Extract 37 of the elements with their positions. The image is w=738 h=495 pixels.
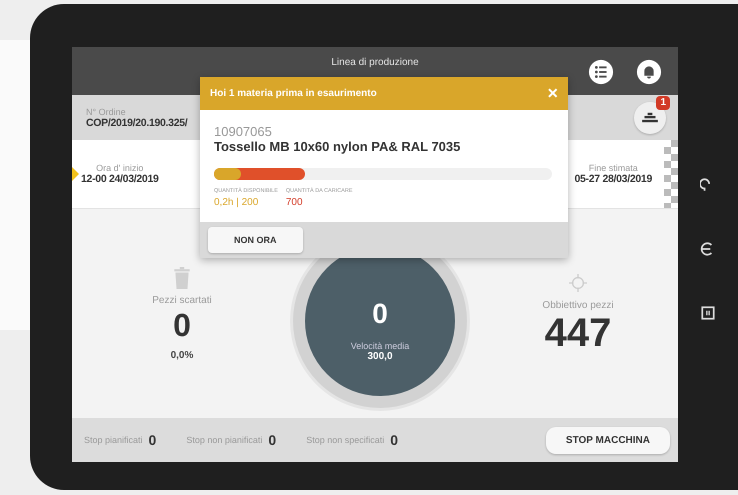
order-number: COP/2019/20.190.325/ xyxy=(86,116,188,128)
scrap-count: 0 xyxy=(173,306,191,344)
start-label: Ora d' inizio xyxy=(96,163,144,173)
dialog-title: Hoi 1 materia prima in esaurimento xyxy=(210,88,377,99)
trash-icon xyxy=(173,266,191,288)
square-icon[interactable] xyxy=(700,305,716,321)
stop-machine-button[interactable]: STOP MACCHINA xyxy=(546,426,670,454)
average-speed: 300,0 xyxy=(367,351,393,362)
order-label: N° Ordine xyxy=(86,106,127,116)
stop-count: 0 xyxy=(148,432,156,448)
stacked-bars-icon xyxy=(642,112,658,123)
scrap-percent: 0,0% xyxy=(170,350,194,360)
not-now-button[interactable]: NON ORA xyxy=(208,227,302,253)
material-name: Tossello MB 10x60 nylon PA& RAL 7035 xyxy=(214,139,462,154)
notification-badge: 1 xyxy=(656,96,670,110)
line-title: Linea di produzione xyxy=(331,57,419,68)
end-label: Fine stimata xyxy=(588,163,638,173)
bell-icon[interactable] xyxy=(636,59,662,85)
stop-count: 0 xyxy=(268,432,276,448)
start-time: 12-00 24/03/2019 xyxy=(81,173,159,185)
stop-label: Stop pianificati xyxy=(84,435,143,445)
speed-label: Velocità media xyxy=(350,341,410,351)
to-load-value: 700 xyxy=(286,197,304,208)
stop-label: Stop non specificati xyxy=(306,435,384,445)
start-marker-icon xyxy=(72,167,79,181)
list-icon[interactable] xyxy=(588,59,614,85)
target-label: Obbiettivo pezzi xyxy=(542,300,614,311)
crosshair-icon xyxy=(569,272,587,294)
checkered-flag-icon xyxy=(664,140,678,208)
stop-count: 0 xyxy=(390,432,398,448)
speed-value: 0 xyxy=(372,299,388,329)
available-value: 0,2h | 200 xyxy=(214,197,260,208)
stop-label: Stop non pianificati xyxy=(186,435,262,445)
end-time: 05-27 28/03/2019 xyxy=(574,173,652,185)
material-code: 10907065 xyxy=(214,124,273,139)
target-count: 447 xyxy=(544,311,612,355)
scrap-label: Pezzi scartati xyxy=(152,294,212,306)
